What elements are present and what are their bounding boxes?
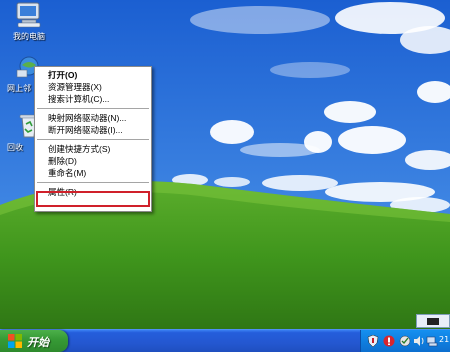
- antivirus-icon[interactable]: [399, 335, 411, 347]
- network-status-icon[interactable]: [426, 335, 438, 347]
- properties-highlight-box: [36, 191, 150, 207]
- volume-icon[interactable]: [413, 335, 425, 347]
- clock[interactable]: 21: [439, 335, 449, 344]
- menu-item-disconnect-network-drive[interactable]: 断开网络驱动器(I)...: [35, 124, 151, 136]
- menu-separator: [37, 139, 149, 140]
- start-button[interactable]: 开始: [0, 330, 68, 352]
- keyboard-icon: [427, 318, 439, 325]
- menu-item-open[interactable]: 打开(O): [35, 69, 151, 81]
- my-computer-label: 我的电脑: [13, 32, 45, 41]
- menu-separator: [37, 182, 149, 183]
- start-label: 开始: [27, 336, 49, 349]
- security-alert-icon[interactable]: [383, 335, 395, 347]
- computer-icon: [16, 2, 41, 28]
- menu-item-search-computer[interactable]: 搜索计算机(C)...: [35, 93, 151, 105]
- menu-separator: [37, 108, 149, 109]
- menu-item-create-shortcut[interactable]: 创建快捷方式(S): [35, 143, 151, 155]
- taskbar: 开始 21: [0, 329, 450, 352]
- language-bar[interactable]: [416, 314, 450, 328]
- menu-item-rename[interactable]: 重命名(M): [35, 167, 151, 179]
- menu-item-delete[interactable]: 删除(D): [35, 155, 151, 167]
- menu-item-explorer[interactable]: 资源管理器(X): [35, 81, 151, 93]
- context-menu: 打开(O) 资源管理器(X) 搜索计算机(C)... 映射网络驱动器(N)...…: [34, 66, 152, 212]
- menu-item-map-network-drive[interactable]: 映射网络驱动器(N)...: [35, 112, 151, 124]
- my-computer-icon[interactable]: 我的电脑: [5, 2, 53, 42]
- windows-logo-icon: [8, 334, 22, 348]
- system-tray: 21: [360, 330, 450, 352]
- shield-icon[interactable]: [367, 335, 379, 347]
